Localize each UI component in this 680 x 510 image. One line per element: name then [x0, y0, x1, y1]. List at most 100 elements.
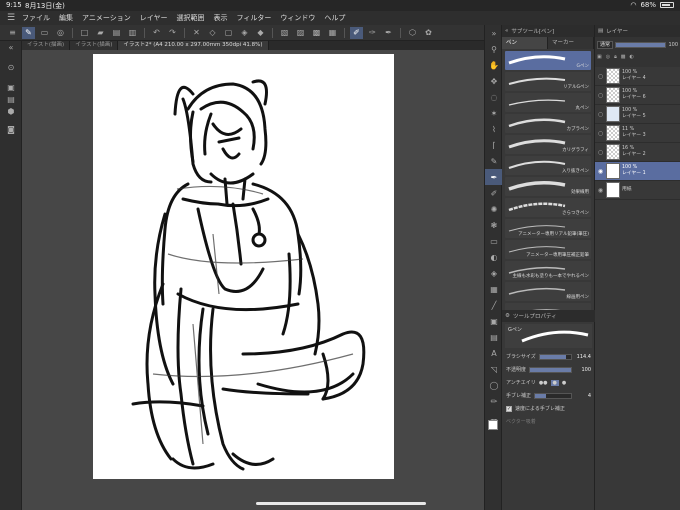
eraser-icon[interactable]: ▭: [485, 233, 503, 249]
fill-bucket-icon[interactable]: ◈: [485, 265, 503, 281]
menu-window[interactable]: ウィンドウ: [280, 13, 315, 23]
brush-item[interactable]: 主線も水彩も塗りも一本でやれるペン: [505, 261, 591, 280]
checkbox-icon[interactable]: ✓: [506, 405, 512, 412]
pen-tool-icon[interactable]: ✎: [485, 153, 503, 169]
menu-view[interactable]: 表示: [214, 13, 228, 23]
brush-item[interactable]: Gペン: [505, 51, 591, 70]
menu-layer[interactable]: レイヤー: [140, 13, 168, 23]
clip-icon[interactable]: ▣: [597, 54, 602, 60]
layer-row[interactable]: ◉ 用紙: [595, 181, 680, 200]
layer-row[interactable]: ○ 100 % レイヤー 5: [595, 105, 680, 124]
brush-pressure-icon[interactable]: ✑: [366, 27, 379, 39]
brush-item[interactable]: アニメーター専用筆圧補正鉛筆: [505, 240, 591, 259]
cube-icon[interactable]: ⬡: [406, 27, 419, 39]
vector-snap-row[interactable]: ベクター吸着: [502, 415, 595, 428]
lock-alpha-icon[interactable]: ▩: [621, 54, 626, 60]
collapse-icon[interactable]: «: [505, 28, 508, 34]
mask-icon[interactable]: ◐: [630, 54, 634, 60]
canvas-tab-active[interactable]: イラスト2* (A4 210.00 x 297.00mm 350dpi 41.8…: [118, 41, 269, 50]
text-icon[interactable]: A: [485, 345, 503, 361]
visibility-icon[interactable]: ◉: [597, 187, 604, 194]
figure-icon[interactable]: ╱: [485, 297, 503, 313]
canvas-tab[interactable]: イラスト(描画): [22, 41, 71, 50]
reference-icon[interactable]: ◎: [606, 54, 610, 60]
stabilization-row[interactable]: 手ブレ補正 4: [502, 389, 595, 402]
clear-icon[interactable]: ✕: [190, 27, 203, 39]
visibility-icon[interactable]: ○: [597, 92, 604, 99]
lock-icon[interactable]: 🔒︎: [614, 54, 617, 60]
lasso-icon[interactable]: ◌: [485, 89, 503, 105]
crop-icon[interactable]: ▧: [278, 27, 291, 39]
canvas-area[interactable]: [22, 50, 484, 510]
main-color-swatch[interactable]: [488, 420, 498, 430]
save-icon[interactable]: ▭: [38, 27, 51, 39]
brush-item[interactable]: リアルGペン: [505, 72, 591, 91]
zoom-icon[interactable]: ⚲: [485, 41, 503, 57]
brush-item[interactable]: 効果線用: [505, 177, 591, 196]
pen-pressure-icon[interactable]: ✐: [350, 26, 363, 39]
layer-opacity-slider[interactable]: [615, 42, 667, 48]
camera-icon[interactable]: ◙: [0, 123, 22, 135]
brush-item[interactable]: 丸ペン: [505, 93, 591, 112]
pencil-icon[interactable]: ✏: [485, 393, 503, 409]
brush-size-slider[interactable]: [538, 353, 572, 360]
layer-row[interactable]: ○ 100 % レイヤー 6: [595, 86, 680, 105]
layer-row[interactable]: ○ 16 % レイヤー 2: [595, 143, 680, 162]
tab-marker[interactable]: マーカー: [548, 37, 594, 49]
decoration-icon[interactable]: ❃: [485, 217, 503, 233]
home-indicator[interactable]: [256, 502, 426, 505]
hand-icon[interactable]: ✋: [485, 57, 503, 73]
brush-item[interactable]: カリグラフィ: [505, 135, 591, 154]
navigator-icon[interactable]: ▣: [0, 81, 22, 93]
menu-file[interactable]: ファイル: [22, 13, 50, 23]
brush-item[interactable]: さらつきペン: [505, 198, 591, 217]
brush-icon[interactable]: ✐: [485, 185, 503, 201]
snap-icon[interactable]: ▩: [310, 27, 323, 39]
transform-icon[interactable]: ▨: [294, 27, 307, 39]
visibility-icon[interactable]: ◉: [597, 168, 604, 175]
eyedropper-icon[interactable]: ⌇: [485, 121, 503, 137]
redo-icon[interactable]: ↷: [166, 27, 179, 39]
speed-stabilization-row[interactable]: ✓ 速度による手ブレ補正: [502, 402, 595, 415]
canvas-tab[interactable]: イラスト(描画): [70, 41, 119, 50]
blend-mode-select[interactable]: 通常: [597, 41, 614, 49]
layer-row[interactable]: ○ 100 % レイヤー 4: [595, 67, 680, 86]
antialias-option-icon[interactable]: ●: [562, 380, 566, 386]
open-folder-icon[interactable]: ▰: [94, 27, 107, 39]
palette-icon[interactable]: ✿: [422, 27, 435, 39]
app-menu-icon[interactable]: ☰: [0, 13, 22, 23]
material-icon[interactable]: ⬢: [0, 105, 22, 117]
brush-item[interactable]: 入り抜きペン: [505, 156, 591, 175]
airbrush-icon[interactable]: ✺: [485, 201, 503, 217]
frame-icon[interactable]: ▣: [485, 313, 503, 329]
menu-filter[interactable]: フィルター: [237, 13, 272, 23]
opacity-slider[interactable]: [529, 366, 572, 373]
select-all-icon[interactable]: ▢: [222, 27, 235, 39]
visibility-icon[interactable]: ○: [597, 130, 604, 137]
new-canvas-icon[interactable]: □: [78, 27, 91, 39]
blend-icon[interactable]: ◐: [485, 249, 503, 265]
antialias-option-icon[interactable]: ●●: [539, 380, 548, 386]
gradient-icon[interactable]: ▦: [485, 281, 503, 297]
tab-pen[interactable]: ペン: [502, 37, 548, 49]
eyedropper2-icon[interactable]: ⌈: [485, 137, 503, 153]
correct-line-icon[interactable]: ◯: [485, 377, 503, 393]
visibility-icon[interactable]: ○: [597, 149, 604, 156]
share-icon[interactable]: ◎: [54, 27, 67, 39]
layer-row-selected[interactable]: ◉ 100 % レイヤー 1: [595, 162, 680, 181]
antialias-row[interactable]: アンチエイリ ●● ● ●: [502, 376, 595, 389]
visibility-icon[interactable]: ○: [597, 111, 604, 118]
balloon-icon[interactable]: ◹: [485, 361, 503, 377]
visibility-icon[interactable]: ○: [597, 73, 604, 80]
menu-toggle-icon[interactable]: ≡: [6, 27, 19, 39]
sub-view-icon[interactable]: ▤: [0, 93, 22, 105]
drawing-canvas[interactable]: [93, 54, 394, 479]
brush-size-row[interactable]: ブラシサイズ 114.4: [502, 350, 595, 363]
brush-item[interactable]: 線画用ペン: [505, 282, 591, 301]
save-file-icon[interactable]: ▤: [110, 27, 123, 39]
stroke-icon[interactable]: ✒: [382, 27, 395, 39]
brush-item[interactable]: アニメーター専用リアル鉛筆(筆圧): [505, 219, 591, 238]
move-icon[interactable]: ✥: [485, 73, 503, 89]
collapse-left-icon[interactable]: «: [0, 41, 22, 53]
menu-animation[interactable]: アニメーション: [82, 13, 131, 23]
